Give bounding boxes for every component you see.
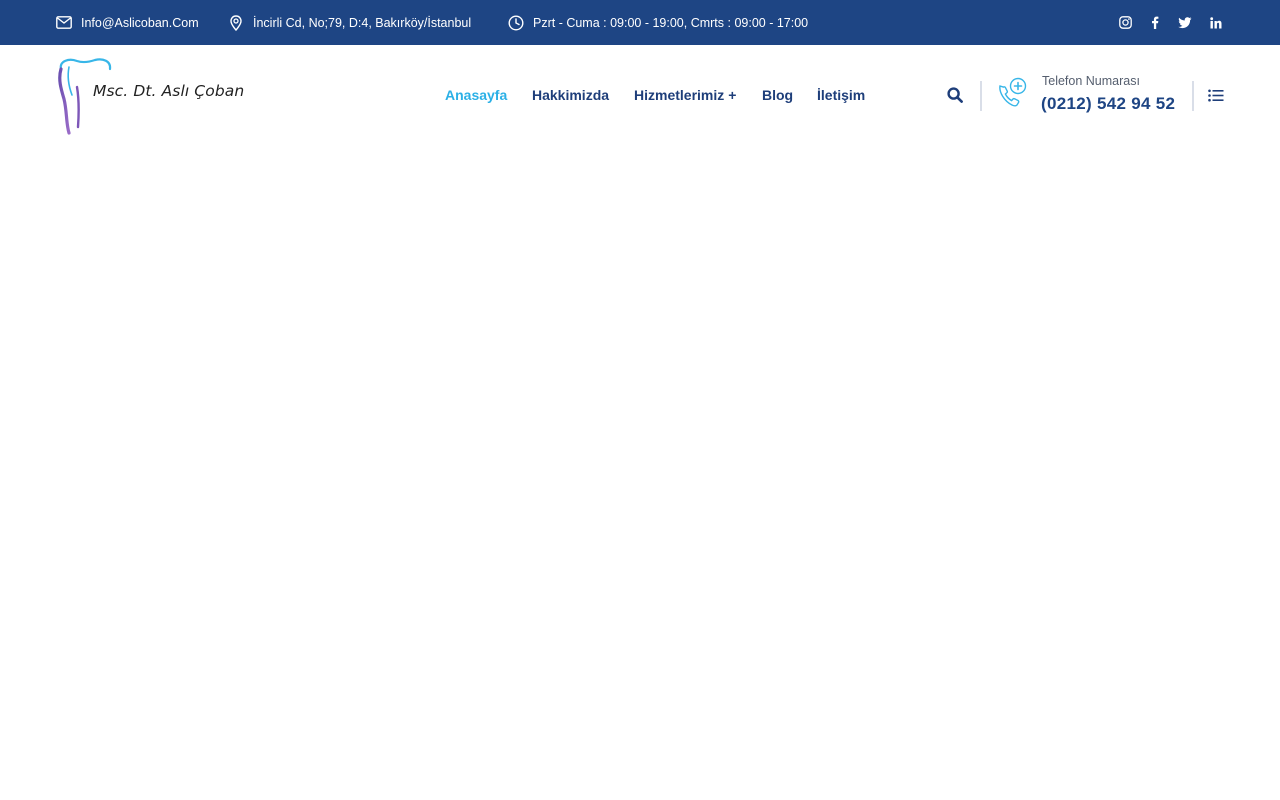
page-content — [0, 145, 1280, 800]
list-menu-icon[interactable] — [1207, 86, 1225, 104]
envelope-icon — [55, 14, 73, 32]
nav-home-label: Anasayfa — [445, 87, 508, 103]
contact-address: İncirli Cd, No;79, D:4, Bakırköy/İstanbu… — [227, 0, 471, 45]
contact-hours: Pzrt - Cuma : 09:00 - 19:00, Cmrts : 09:… — [507, 0, 808, 45]
clock-icon — [507, 14, 525, 32]
nav-blog-label: Blog — [762, 87, 794, 103]
nav-home[interactable]: Anasayfa — [445, 45, 507, 145]
hours-text: Pzrt - Cuma : 09:00 - 19:00, Cmrts : 09:… — [533, 15, 809, 30]
map-pin-icon — [227, 14, 245, 32]
facebook-icon[interactable] — [1145, 0, 1165, 45]
nav-services-label: Hizmetlerimiz — [634, 87, 725, 103]
nav-contact-label: İletişim — [817, 87, 866, 103]
top-bar: Info@Aslicoban.Com İncirli Cd, No;79, D:… — [0, 0, 1280, 45]
phone-number-link[interactable]: (0212) 542 94 52 — [1041, 94, 1175, 114]
nav-contact[interactable]: İletişim — [817, 45, 865, 145]
address-text: İncirli Cd, No;79, D:4, Bakırköy/İstanbu… — [253, 15, 472, 30]
instagram-icon[interactable] — [1115, 0, 1135, 45]
phone-medical-icon — [996, 76, 1030, 110]
linkedin-icon[interactable] — [1206, 0, 1226, 45]
logo-text: Msc. Dt. Aslı Çoban — [93, 82, 245, 100]
nav-services[interactable]: Hizmetlerimiz + — [634, 45, 736, 145]
divider — [980, 81, 982, 111]
contact-email[interactable]: Info@Aslicoban.Com — [55, 0, 199, 45]
email-text: Info@Aslicoban.Com — [81, 15, 199, 30]
nav-about-label: Hakkimizda — [532, 87, 610, 103]
expand-plus-icon: + — [728, 87, 737, 103]
divider — [1192, 81, 1194, 111]
site-header: Msc. Dt. Aslı Çoban Anasayfa Hakkimizda … — [0, 45, 1280, 145]
phone-label: Telefon Numarası — [1042, 74, 1140, 88]
site-logo[interactable]: Msc. Dt. Aslı Çoban — [55, 57, 244, 135]
twitter-icon[interactable] — [1175, 0, 1195, 45]
nav-blog[interactable]: Blog — [762, 45, 793, 145]
search-icon[interactable] — [945, 85, 965, 105]
nav-about[interactable]: Hakkimizda — [532, 45, 609, 145]
